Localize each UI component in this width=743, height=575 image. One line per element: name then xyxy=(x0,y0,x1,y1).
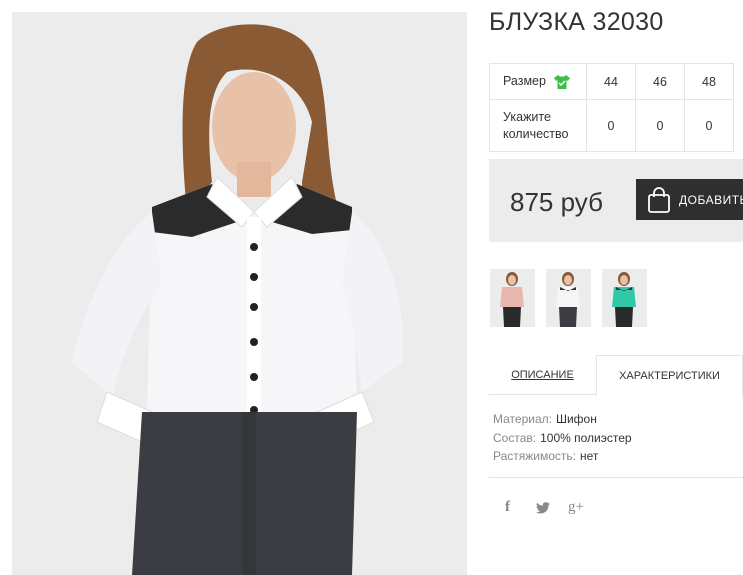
characteristic-value: Шифон xyxy=(555,412,597,426)
product-price: 875 руб xyxy=(510,187,603,217)
price-panel: 875 руб ДОБАВИТЬ xyxy=(489,159,743,242)
characteristic-key: Состав: xyxy=(493,430,537,445)
characteristic-stretch: Растяжимость: нет xyxy=(493,447,632,466)
quantity-label: Укажите количество xyxy=(489,99,587,152)
characteristic-material: Материал: Шифон xyxy=(493,410,632,429)
product-tabs: ОПИСАНИЕ ХАРАКТЕРИСТИКИ xyxy=(489,355,743,396)
twitter-icon[interactable] xyxy=(536,502,550,514)
add-to-cart-button[interactable]: ДОБАВИТЬ xyxy=(636,179,743,220)
characteristic-key: Материал: xyxy=(493,412,552,426)
facebook-icon[interactable]: f xyxy=(505,499,510,516)
size-46: 46 xyxy=(635,63,685,100)
size-row: Размер 44 46 48 xyxy=(489,63,734,100)
size-44: 44 xyxy=(586,63,636,100)
characteristic-composition: Состав: 100% полиэстер xyxy=(493,429,632,448)
tab-description[interactable]: ОПИСАНИЕ xyxy=(489,355,596,395)
size-label: Размер xyxy=(503,74,546,89)
characteristic-value: нет xyxy=(580,449,599,463)
divider xyxy=(489,477,743,478)
size-quantity-table: Размер 44 46 48 Укажите количество 0 0 0 xyxy=(489,63,734,152)
add-to-cart-label: ДОБАВИТЬ xyxy=(679,192,743,207)
tab-characteristics[interactable]: ХАРАКТЕРИСТИКИ xyxy=(596,355,743,396)
quantity-input-44[interactable]: 0 xyxy=(586,99,636,152)
characteristic-key: Растяжимость: xyxy=(493,449,577,463)
size-label-cell: Размер xyxy=(489,63,587,100)
characteristic-value: 100% полиэстер xyxy=(540,430,632,445)
thumbnail-white[interactable] xyxy=(546,269,591,327)
shirt-size-icon[interactable] xyxy=(554,75,571,90)
google-plus-icon[interactable]: g+ xyxy=(568,499,584,516)
shopping-bag-icon xyxy=(648,186,670,213)
product-title: БЛУЗКА 32030 xyxy=(489,8,664,36)
thumbnail-pink[interactable] xyxy=(490,269,535,327)
quantity-input-48[interactable]: 0 xyxy=(684,99,734,152)
product-main-image[interactable] xyxy=(12,12,467,575)
thumbnail-mint[interactable] xyxy=(602,269,647,327)
characteristics-list: Материал: Шифон Состав: 100% полиэстер Рас… xyxy=(493,410,632,466)
size-48: 48 xyxy=(684,63,734,100)
quantity-input-46[interactable]: 0 xyxy=(635,99,685,152)
quantity-row: Укажите количество 0 0 0 xyxy=(489,99,734,152)
